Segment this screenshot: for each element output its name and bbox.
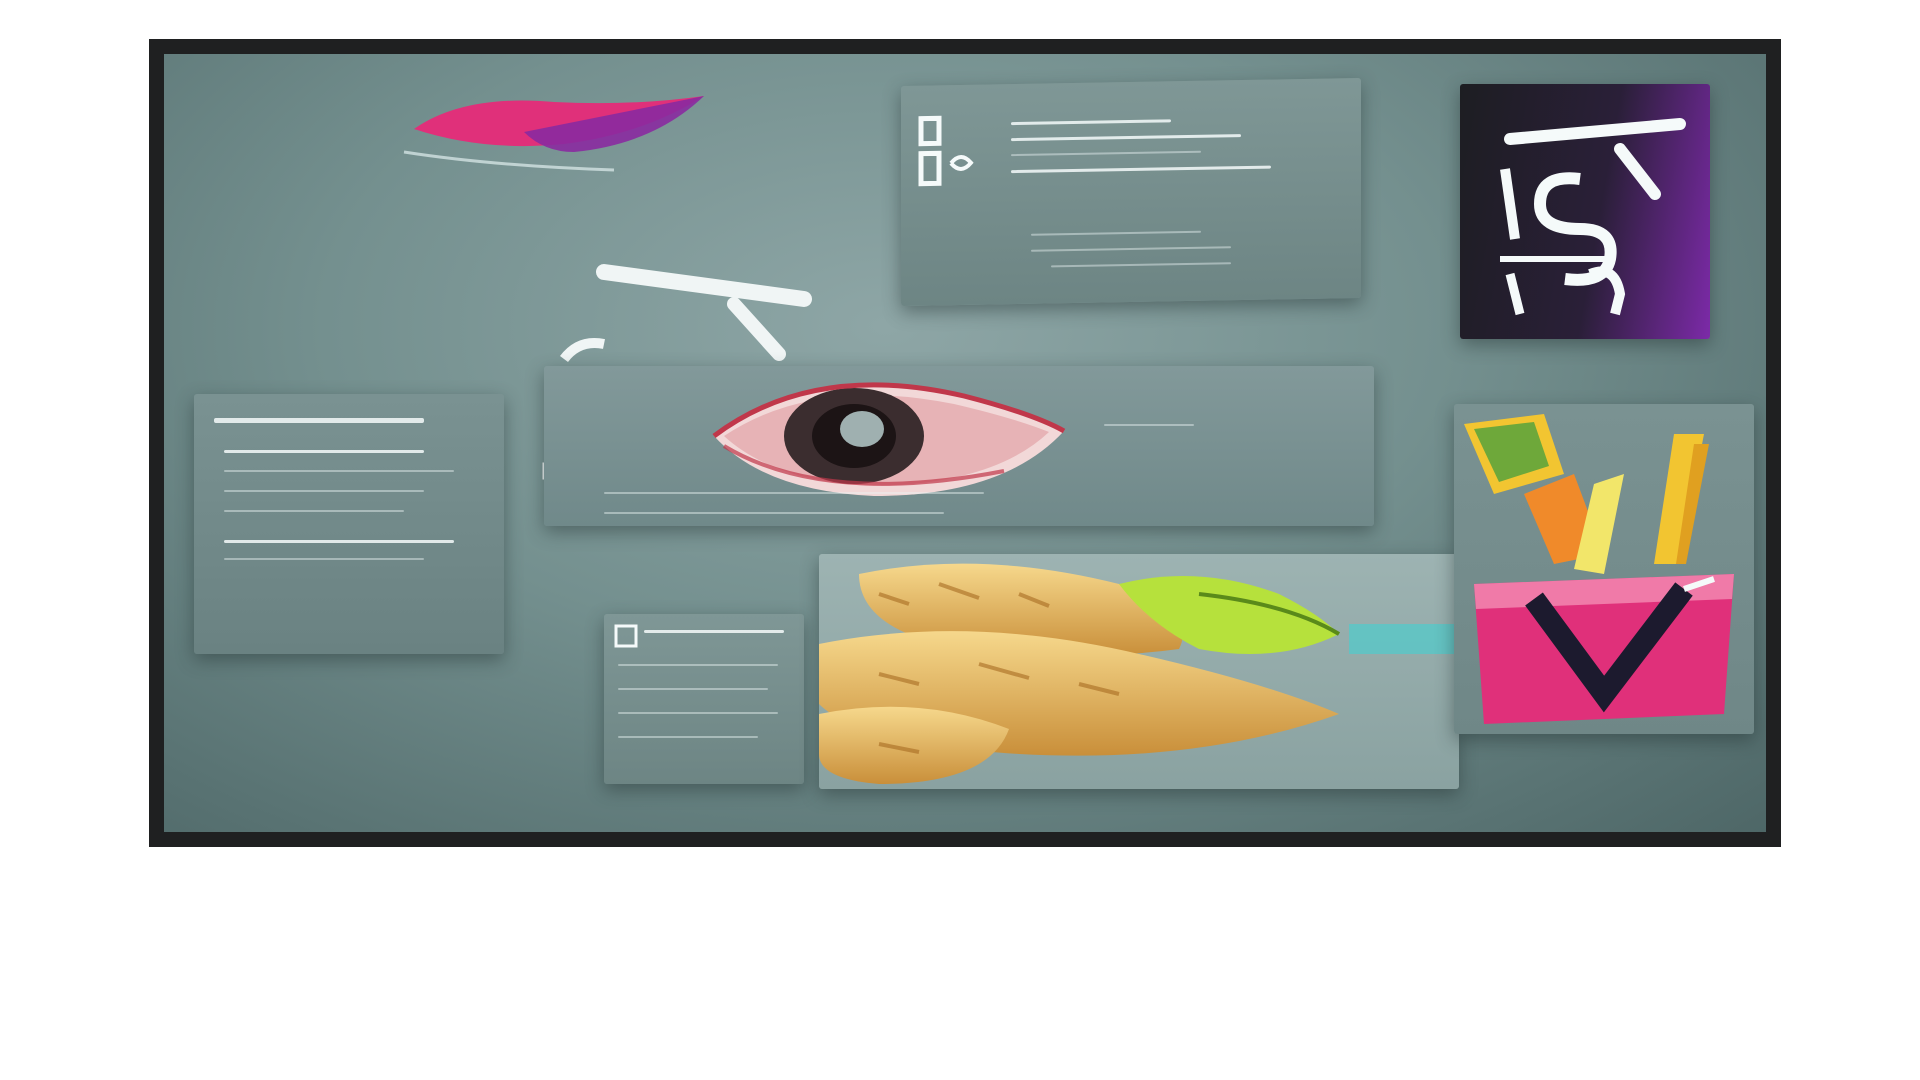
pencil-cup-panel	[1454, 404, 1754, 734]
pencil-cup-icon	[1464, 414, 1734, 724]
form-panel-bottom	[604, 614, 804, 784]
eye-panel	[544, 366, 1374, 526]
artwork-frame	[149, 39, 1781, 847]
pastry-image	[819, 563, 1459, 784]
letter-glyph-icon	[1500, 118, 1686, 316]
collage-artwork	[164, 54, 1766, 832]
document-panel-top	[901, 77, 1361, 307]
eye-icon	[712, 382, 1066, 496]
letter-glyph-icon	[918, 115, 974, 187]
poster-panel-right	[1460, 84, 1710, 339]
document-panel-left	[194, 394, 504, 654]
check-mark-icon	[614, 624, 638, 648]
brush-stroke-icon	[403, 96, 704, 172]
food-panel	[819, 554, 1459, 789]
